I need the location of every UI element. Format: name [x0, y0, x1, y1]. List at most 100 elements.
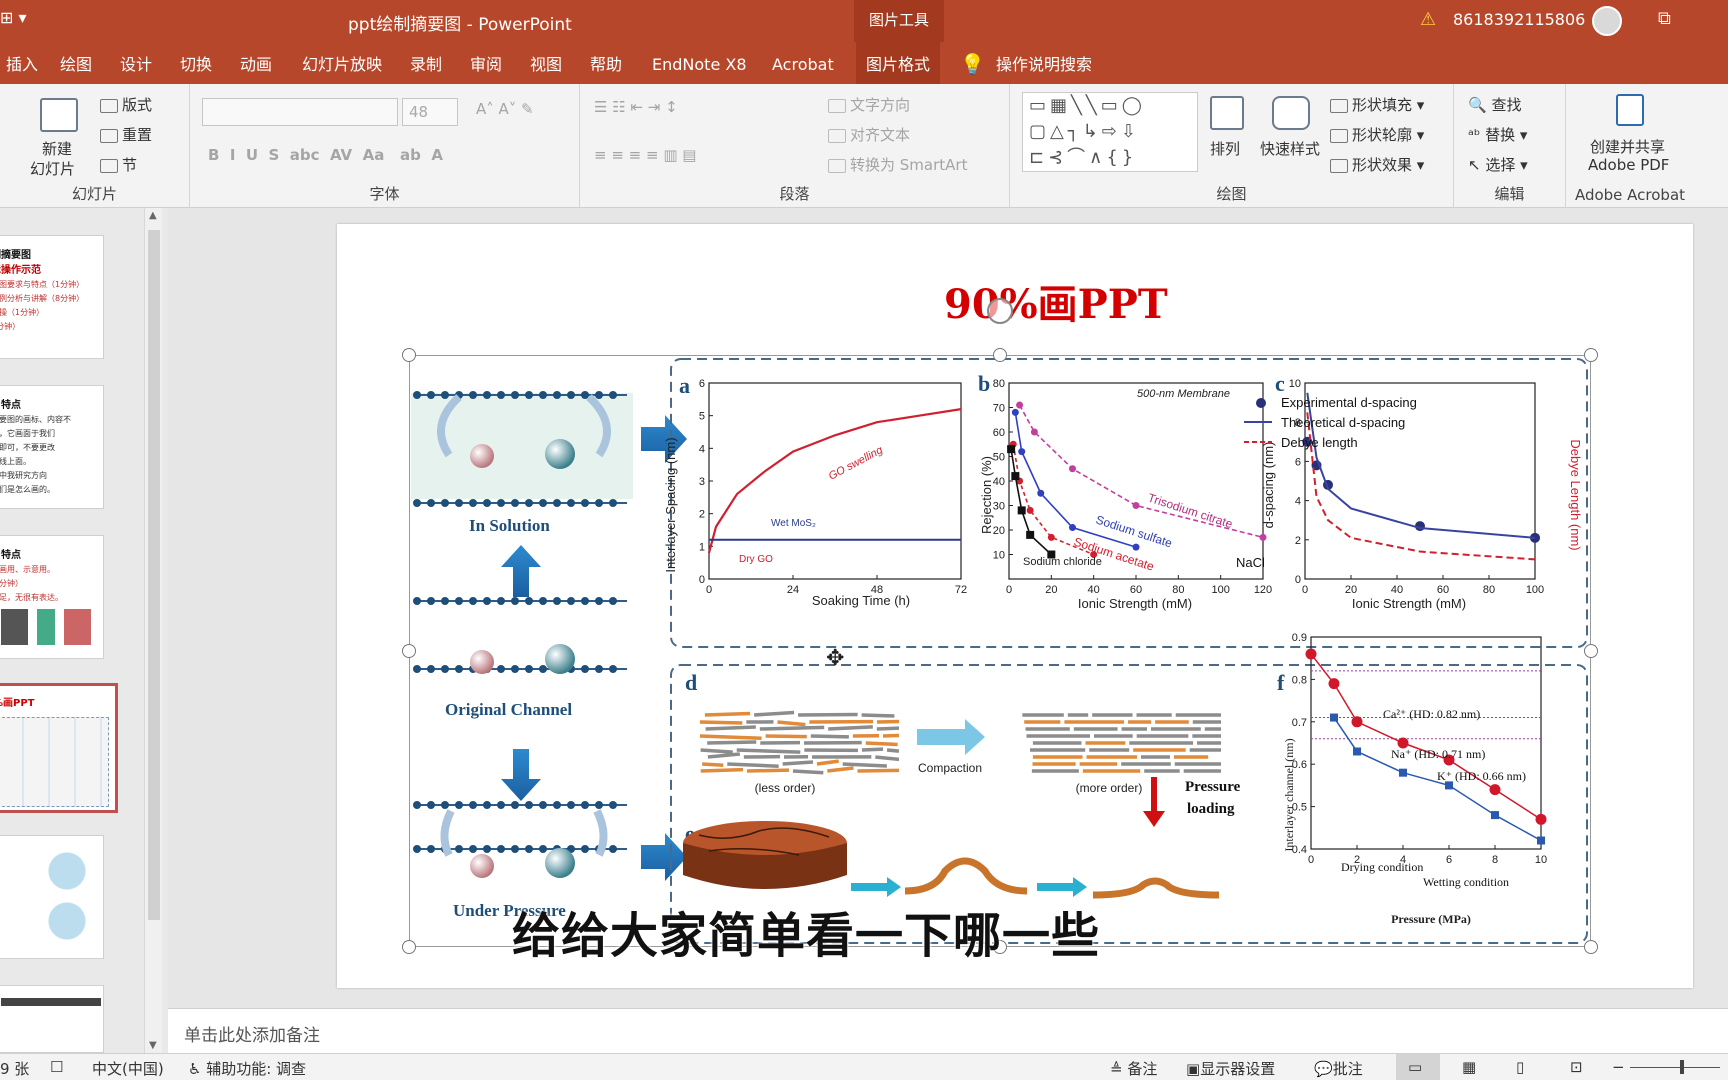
- y-tick-label: 2: [1295, 535, 1301, 547]
- display-settings-button[interactable]: ▣显示器设置: [1186, 1058, 1275, 1079]
- chart-c-legend-1: Experimental d-spacing: [1281, 395, 1417, 410]
- tab-draw[interactable]: 绘图: [54, 42, 98, 84]
- align-text-button[interactable]: 对齐文本: [828, 124, 910, 145]
- quick-styles-button[interactable]: 快速样式: [1260, 138, 1320, 159]
- slide-thumbnail-1[interactable]: 制摘要图 际操作示范 要图要求与特点（1分钟） 示例分析与讲解（8分钟） 手操（…: [0, 235, 104, 359]
- scroll-up-icon[interactable]: ▲: [149, 210, 157, 221]
- scroll-down-icon[interactable]: ▼: [149, 1040, 157, 1051]
- tab-review[interactable]: 审阅: [464, 42, 508, 84]
- ribbon-display-icon[interactable]: ⧉: [1658, 8, 1671, 29]
- rotate-handle-icon[interactable]: [987, 298, 1013, 324]
- graphene-flake: [707, 752, 741, 759]
- font-size-combo[interactable]: 48: [402, 98, 458, 126]
- spellcheck-icon[interactable]: ☐: [50, 1058, 63, 1076]
- slide-thumbnail-5[interactable]: [0, 835, 104, 959]
- shape-fill-button[interactable]: 形状填充 ▾: [1330, 94, 1424, 115]
- resize-handle-w[interactable]: [402, 644, 416, 658]
- scrollbar-thumb[interactable]: [148, 230, 160, 920]
- create-pdf-label-2[interactable]: Adobe PDF: [1588, 156, 1669, 174]
- resize-handle-sw[interactable]: [402, 940, 416, 954]
- tab-transitions[interactable]: 切换: [174, 42, 218, 84]
- new-slide-label[interactable]: 新建: [42, 138, 72, 159]
- tab-view[interactable]: 视图: [524, 42, 568, 84]
- tab-animations[interactable]: 动画: [234, 42, 278, 84]
- shapes-gallery[interactable]: ▭▦╲╲▭◯ ▢△┐↳⇨⇩ ⊏⊰⌒∧{}: [1022, 92, 1198, 172]
- align-buttons-icon[interactable]: ≡ ≡ ≡ ≡ ▥ ▤: [594, 146, 696, 164]
- pdf-share-icon[interactable]: [1616, 94, 1644, 126]
- notes-toggle[interactable]: ≜ 备注: [1110, 1058, 1157, 1079]
- tab-picture-format[interactable]: 图片格式: [856, 42, 941, 84]
- x-tick-label: 8: [1492, 854, 1498, 866]
- chain-atom: [497, 801, 505, 809]
- resize-handle-se[interactable]: [1584, 940, 1598, 954]
- normal-view-icon[interactable]: ▭: [1408, 1058, 1422, 1076]
- quick-access-toolbar[interactable]: ⊞ ▾: [0, 8, 27, 27]
- text-direction-button[interactable]: 文字方向: [828, 94, 910, 115]
- x-tick-label: 6: [1446, 854, 1452, 866]
- accessibility-label: 辅助功能: 调查: [206, 1060, 307, 1078]
- reset-button[interactable]: 重置: [100, 124, 152, 145]
- resize-handle-n[interactable]: [993, 348, 1007, 362]
- zoom-slider[interactable]: [1630, 1067, 1720, 1068]
- slide-sorter-icon[interactable]: ▦: [1462, 1058, 1476, 1076]
- notes-toggle-label: 备注: [1127, 1060, 1158, 1078]
- comments-button[interactable]: 💬批注: [1314, 1058, 1363, 1079]
- create-pdf-label[interactable]: 创建并共享: [1590, 136, 1665, 157]
- layout-button[interactable]: 版式: [100, 94, 152, 115]
- select-button[interactable]: ↖ 选择 ▾: [1468, 154, 1528, 175]
- shape-effects-button[interactable]: 形状效果 ▾: [1330, 154, 1424, 175]
- increase-font-icon[interactable]: A˄ A˅ ✎: [476, 100, 534, 118]
- tab-insert[interactable]: 插入: [0, 42, 44, 84]
- notes-placeholder: 单击此处添加备注: [184, 1026, 320, 1046]
- zoom-slider-knob[interactable]: [1680, 1060, 1684, 1074]
- replace-button[interactable]: ᵃᵇ 替换 ▾: [1468, 124, 1527, 145]
- find-button[interactable]: 🔍 查找: [1468, 94, 1521, 115]
- resize-handle-nw[interactable]: [402, 348, 416, 362]
- slide-thumbnail-4-selected[interactable]: %画PPT: [0, 683, 118, 813]
- tab-endnote[interactable]: EndNote X8: [646, 42, 753, 84]
- font-name-combo[interactable]: [202, 98, 398, 126]
- new-slide-icon[interactable]: [40, 98, 78, 132]
- warning-icon[interactable]: ⚠: [1420, 9, 1436, 30]
- avatar[interactable]: [1592, 6, 1622, 36]
- accessibility-button[interactable]: ♿ 辅助功能: 调查: [188, 1058, 306, 1079]
- slideshow-icon[interactable]: ⊡: [1570, 1058, 1583, 1076]
- arrange-button[interactable]: 排列: [1210, 138, 1240, 159]
- slide-title[interactable]: 90%画PPT: [944, 272, 1168, 330]
- section-button[interactable]: 节: [100, 154, 137, 175]
- reading-view-icon[interactable]: ▯: [1516, 1058, 1524, 1076]
- resize-handle-ne[interactable]: [1584, 348, 1598, 362]
- quick-styles-icon[interactable]: [1272, 96, 1310, 130]
- user-account[interactable]: 8618392115806: [1453, 10, 1585, 29]
- arrow-icon: [851, 877, 901, 897]
- tab-design[interactable]: 设计: [114, 42, 158, 84]
- resize-handle-e[interactable]: [1584, 644, 1598, 658]
- x-tick-label: 40: [1391, 584, 1403, 596]
- thumbnail-scrollbar[interactable]: ▲ ▼: [144, 208, 162, 1053]
- shape-outline-button[interactable]: 形状轮廓 ▾: [1330, 124, 1424, 145]
- tab-help[interactable]: 帮助: [584, 42, 628, 84]
- arrange-icon[interactable]: [1210, 96, 1244, 130]
- language-indicator[interactable]: 中文(中国): [92, 1058, 164, 1079]
- slide-thumbnail-3[interactable]: 与特点 （画用、示意用。 （分钟） 不足，无很有表达。: [0, 535, 104, 659]
- zoom-out-icon[interactable]: −: [1612, 1058, 1625, 1076]
- data-point: [1026, 530, 1035, 539]
- chart-f-label-na: Na⁺ (HD: 0.71 nm): [1391, 747, 1485, 761]
- text-direction-icon: [828, 98, 846, 113]
- research-figure[interactable]: In Solution Original Channel Under Press…: [409, 355, 1591, 947]
- slide-thumbnail-6[interactable]: [0, 985, 104, 1053]
- slide-thumbnail-2[interactable]: 与特点 摘要图的画标、内容不 加，它画面于我们 解即可，不要更改 在线上面。 看…: [0, 385, 104, 509]
- thumb-line: 不足，无很有表达。: [0, 593, 63, 602]
- smartart-button[interactable]: 转换为 SmartArt: [828, 154, 967, 175]
- tab-record[interactable]: 录制: [404, 42, 448, 84]
- data-point: [1259, 533, 1267, 541]
- tab-slideshow[interactable]: 幻灯片放映: [296, 42, 388, 84]
- video-subtitle: 给给大家简单看一下哪一些: [512, 908, 1101, 964]
- notes-pane[interactable]: 单击此处添加备注: [168, 1008, 1728, 1053]
- tab-acrobat[interactable]: Acrobat: [766, 42, 840, 84]
- tell-me-search[interactable]: 操作说明搜索: [990, 42, 1098, 84]
- font-format-buttons[interactable]: B I U S abc AV Aa ab A: [208, 146, 443, 164]
- group-label-acrobat: Adobe Acrobat: [1574, 186, 1686, 204]
- list-buttons-icon[interactable]: ☰ ☷ ⇤ ⇥ ↕: [594, 98, 678, 116]
- new-slide-label-2[interactable]: 幻灯片: [30, 158, 75, 179]
